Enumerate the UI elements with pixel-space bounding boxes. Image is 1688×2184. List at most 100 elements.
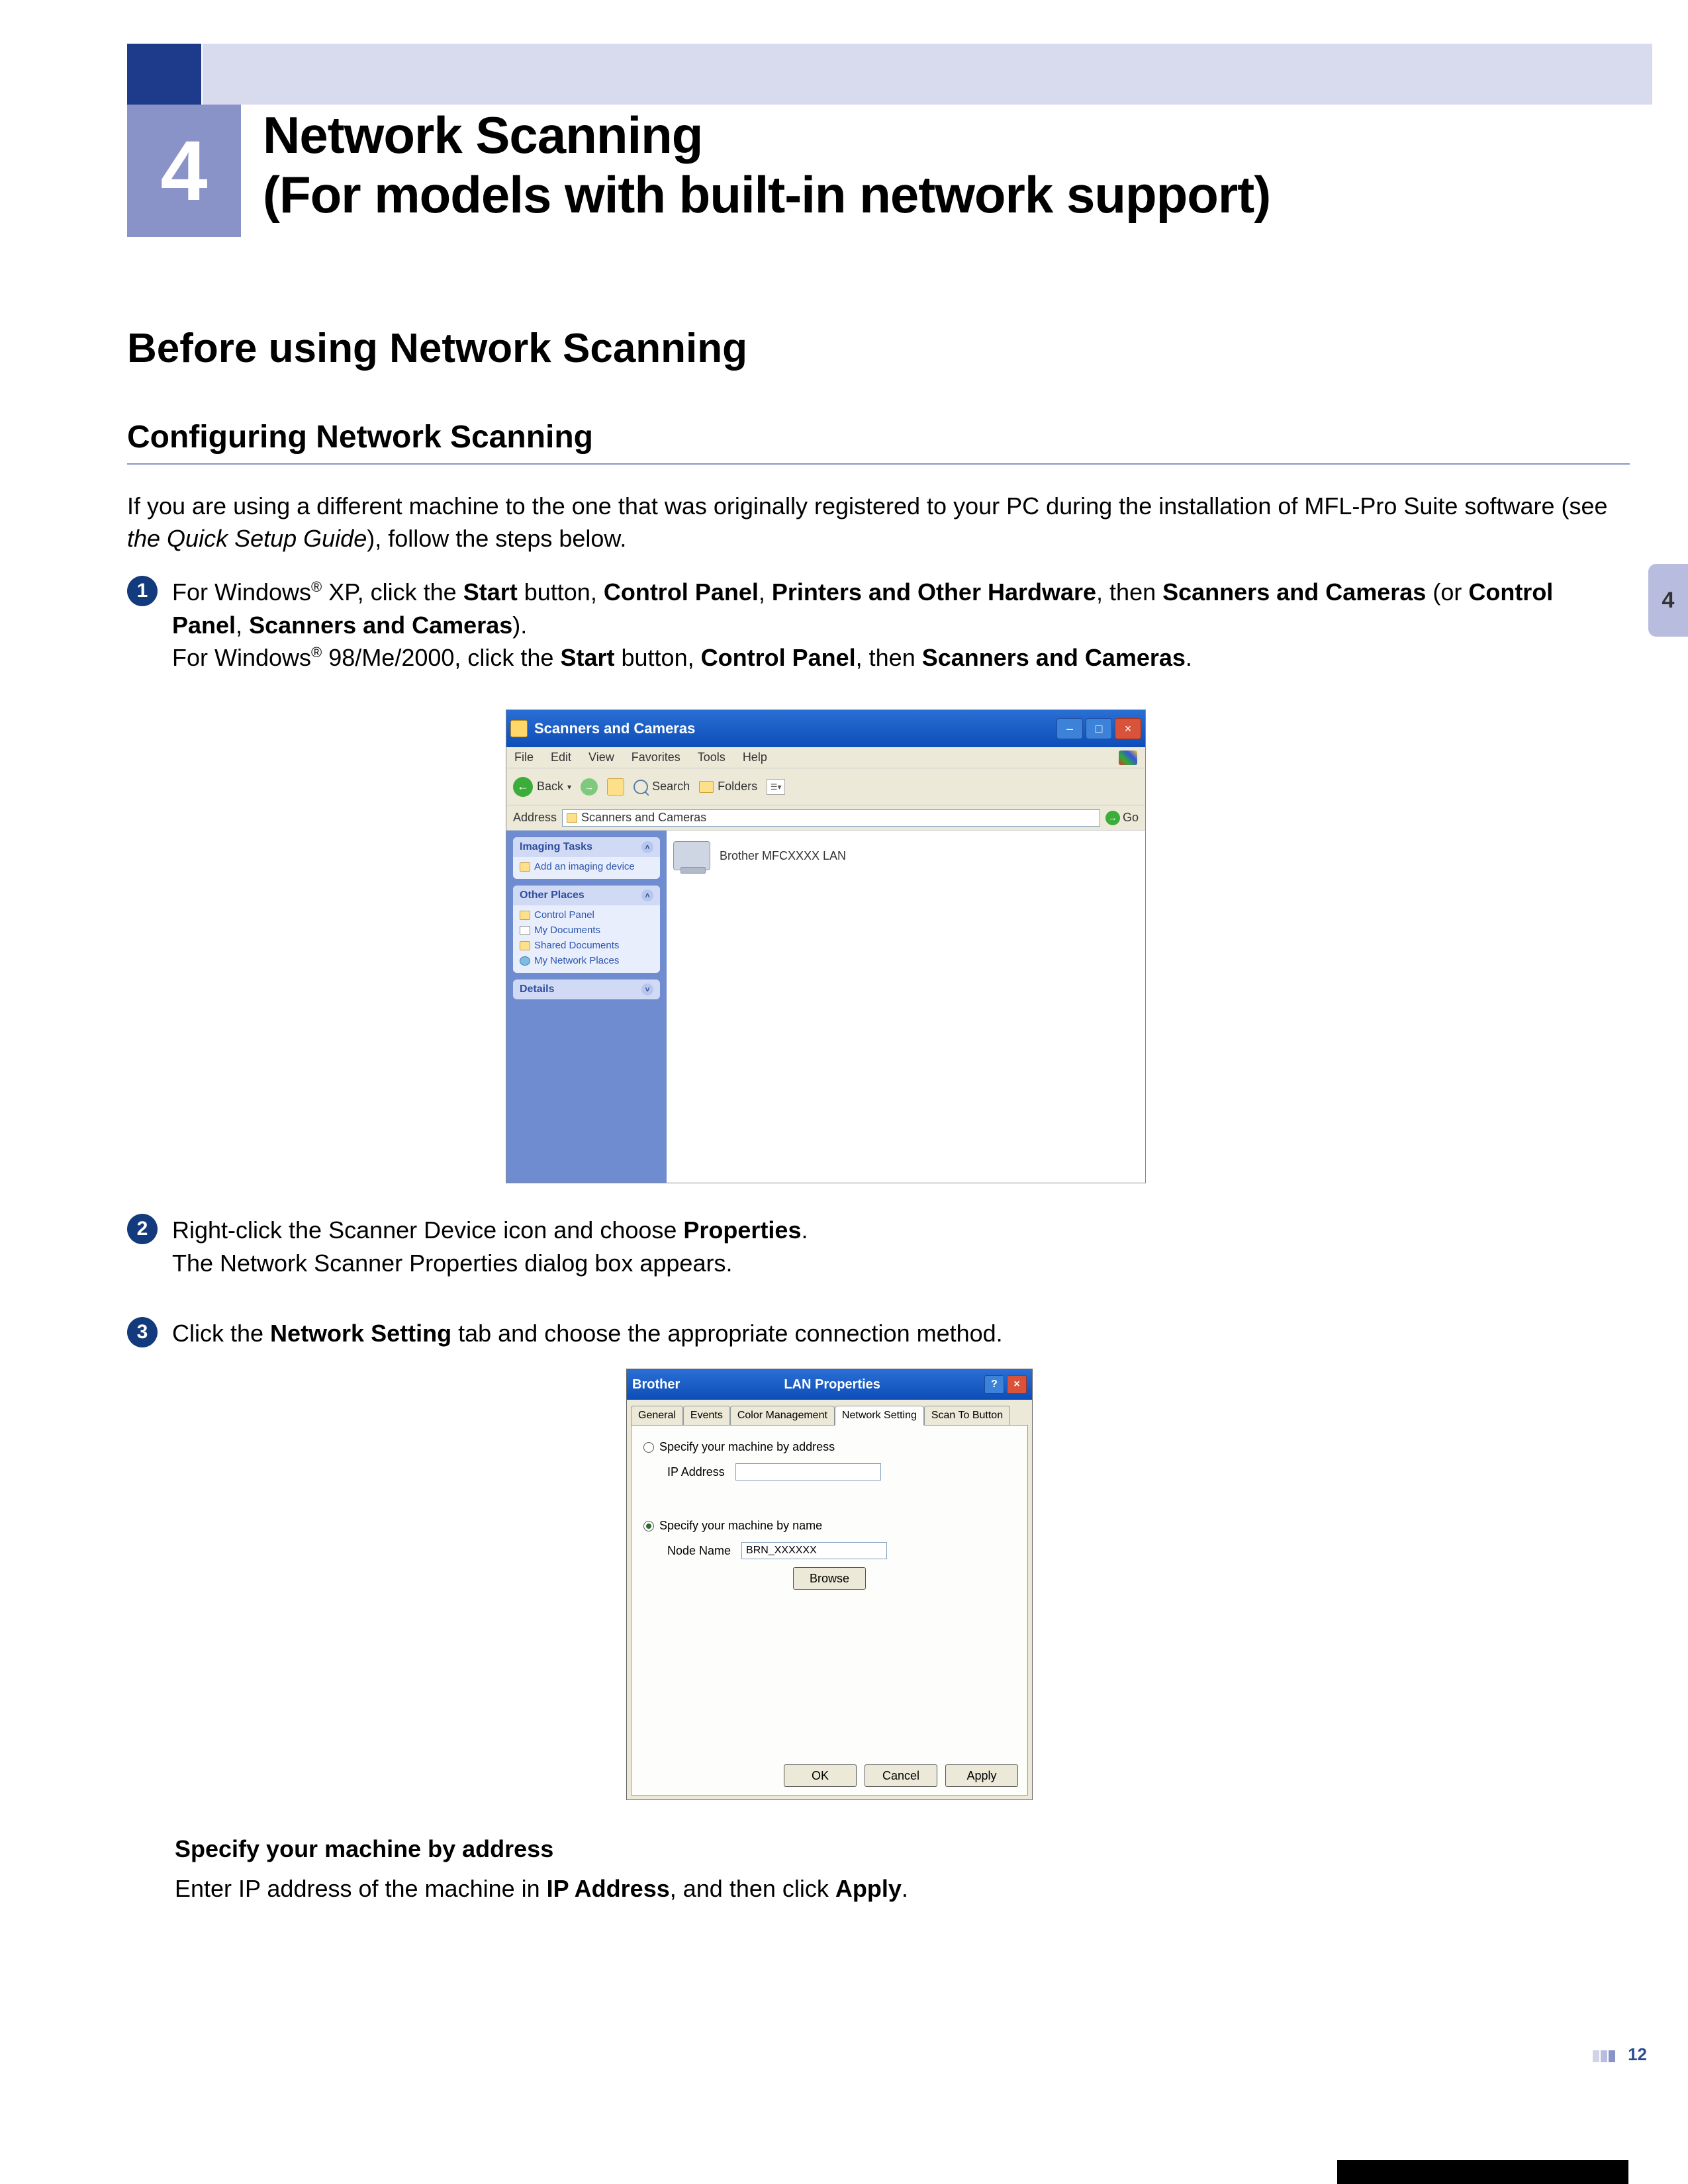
page-decoration bbox=[1593, 2050, 1615, 2062]
addressbar: Address Scanners and Cameras →Go bbox=[506, 805, 1145, 831]
chapter-side-tab: 4 bbox=[1648, 564, 1688, 637]
address-icon bbox=[567, 813, 577, 823]
camera-icon bbox=[520, 862, 530, 872]
node-name-field[interactable]: BRN_XXXXXX bbox=[741, 1542, 887, 1559]
menu-help[interactable]: Help bbox=[743, 751, 767, 764]
close-button[interactable]: × bbox=[1007, 1375, 1027, 1394]
tab-events[interactable]: Events bbox=[683, 1406, 730, 1425]
step-number-1: 1 bbox=[127, 576, 158, 606]
forward-button[interactable]: → bbox=[581, 778, 598, 796]
dialog-title-left: Brother bbox=[632, 1377, 680, 1392]
footer-black-tab bbox=[1337, 2160, 1628, 2184]
chapter-accent-stripe bbox=[127, 44, 201, 105]
browse-button[interactable]: Browse bbox=[793, 1567, 866, 1590]
dialog-title: LAN Properties bbox=[685, 1377, 979, 1392]
subsection-heading: Configuring Network Scanning bbox=[127, 419, 593, 455]
radio-by-address[interactable]: Specify your machine by address bbox=[643, 1440, 1015, 1454]
page-number: 12 bbox=[1628, 2044, 1647, 2065]
my-documents-link[interactable]: My Documents bbox=[520, 925, 653, 936]
step-3-text: Click the Network Setting tab and choose… bbox=[172, 1317, 1630, 1350]
views-button[interactable]: ☰▾ bbox=[767, 779, 785, 795]
step-2: 2 Right-click the Scanner Device icon an… bbox=[127, 1214, 1630, 1279]
specify-by-address-text: Enter IP address of the machine in IP Ad… bbox=[175, 1873, 1624, 1905]
cancel-button[interactable]: Cancel bbox=[865, 1764, 937, 1787]
up-button[interactable] bbox=[607, 778, 624, 796]
minimize-button[interactable]: – bbox=[1056, 718, 1083, 739]
node-name-label: Node Name bbox=[667, 1544, 731, 1558]
step-1: 1 For Windows® XP, click the Start butto… bbox=[127, 576, 1630, 674]
subsection-rule bbox=[127, 463, 1630, 465]
lan-properties-dialog: Brother LAN Properties ? × General Event… bbox=[626, 1369, 1033, 1800]
scanner-device-item[interactable]: Brother MFCXXXX LAN bbox=[673, 841, 1139, 870]
step-3: 3 Click the Network Setting tab and choo… bbox=[127, 1317, 1630, 1350]
folders-button[interactable]: Folders bbox=[699, 780, 757, 794]
step-number-2: 2 bbox=[127, 1214, 158, 1244]
folder-icon bbox=[520, 911, 530, 920]
dialog-tabs: General Events Color Management Network … bbox=[627, 1400, 1032, 1425]
xp-titlebar: Scanners and Cameras – □ × bbox=[506, 710, 1145, 747]
address-label: Address bbox=[513, 811, 557, 825]
window-icon bbox=[510, 720, 528, 737]
tab-general[interactable]: General bbox=[631, 1406, 683, 1425]
other-places-panel: Other Places ˄ Control Panel My Documents… bbox=[513, 886, 660, 973]
ip-address-field[interactable] bbox=[735, 1463, 881, 1480]
details-panel: Details˅ bbox=[513, 979, 660, 999]
folder-contents: Brother MFCXXXX LAN bbox=[667, 831, 1145, 1183]
menu-view[interactable]: View bbox=[588, 751, 614, 764]
control-panel-link[interactable]: Control Panel bbox=[520, 909, 653, 921]
imaging-tasks-heading: Imaging Tasks bbox=[520, 841, 592, 853]
add-imaging-device-link[interactable]: Add an imaging device bbox=[520, 861, 653, 872]
window-title: Scanners and Cameras bbox=[534, 720, 1050, 737]
chapter-number: 4 bbox=[160, 122, 207, 220]
folder-icon bbox=[520, 941, 530, 950]
dialog-titlebar: Brother LAN Properties ? × bbox=[627, 1369, 1032, 1400]
toolbar: ←Back▾ → Search Folders ☰▾ bbox=[506, 768, 1145, 805]
windows-logo-icon bbox=[1119, 751, 1137, 765]
imaging-tasks-panel: Imaging Tasks ˄ Add an imaging device bbox=[513, 837, 660, 879]
tab-network-setting[interactable]: Network Setting bbox=[835, 1406, 924, 1426]
expand-icon[interactable]: ˅ bbox=[641, 983, 653, 995]
scanners-and-cameras-window: Scanners and Cameras – □ × File Edit Vie… bbox=[506, 709, 1146, 1183]
intro-paragraph: If you are using a different machine to … bbox=[127, 490, 1630, 555]
ip-address-label: IP Address bbox=[667, 1465, 725, 1479]
specify-by-address-heading: Specify your machine by address bbox=[175, 1835, 553, 1863]
tasks-sidebar: Imaging Tasks ˄ Add an imaging device Oth… bbox=[506, 831, 667, 1183]
folder-icon bbox=[699, 781, 714, 793]
shared-documents-link[interactable]: Shared Documents bbox=[520, 940, 653, 951]
top-ribbon bbox=[203, 44, 1652, 105]
chapter-title-line1: Network Scanning bbox=[263, 106, 702, 164]
ok-button[interactable]: OK bbox=[784, 1764, 857, 1787]
close-button[interactable]: × bbox=[1115, 718, 1141, 739]
help-button[interactable]: ? bbox=[984, 1375, 1004, 1394]
documents-icon bbox=[520, 926, 530, 935]
menu-tools[interactable]: Tools bbox=[698, 751, 726, 764]
chapter-title-line2: (For models with built-in network suppor… bbox=[263, 165, 1270, 224]
step-number-3: 3 bbox=[127, 1317, 158, 1347]
section-heading: Before using Network Scanning bbox=[127, 325, 747, 372]
radio-by-name[interactable]: Specify your machine by name bbox=[643, 1519, 1015, 1533]
menu-edit[interactable]: Edit bbox=[551, 751, 571, 764]
menu-file[interactable]: File bbox=[514, 751, 534, 764]
address-field[interactable]: Scanners and Cameras bbox=[562, 809, 1100, 827]
menubar: File Edit View Favorites Tools Help bbox=[506, 747, 1145, 768]
other-places-heading: Other Places bbox=[520, 889, 585, 901]
radio-icon bbox=[643, 1442, 654, 1453]
dialog-content: Specify your machine by address IP Addre… bbox=[631, 1425, 1028, 1796]
tab-scan-to-button[interactable]: Scan To Button bbox=[924, 1406, 1010, 1425]
my-network-places-link[interactable]: My Network Places bbox=[520, 955, 653, 966]
step-2-text: Right-click the Scanner Device icon and … bbox=[172, 1214, 1630, 1279]
tab-color-management[interactable]: Color Management bbox=[730, 1406, 835, 1425]
go-button[interactable]: →Go bbox=[1105, 811, 1139, 825]
back-button[interactable]: ←Back▾ bbox=[513, 777, 571, 797]
apply-button[interactable]: Apply bbox=[945, 1764, 1018, 1787]
network-icon bbox=[520, 956, 530, 966]
search-button[interactable]: Search bbox=[633, 780, 690, 794]
step-1-text: For Windows® XP, click the Start button,… bbox=[172, 576, 1630, 674]
collapse-icon[interactable]: ˄ bbox=[641, 841, 653, 853]
menu-favorites[interactable]: Favorites bbox=[632, 751, 680, 764]
maximize-button[interactable]: □ bbox=[1086, 718, 1112, 739]
radio-icon bbox=[643, 1521, 654, 1531]
chapter-title: Network Scanning (For models with built-… bbox=[263, 106, 1270, 224]
collapse-icon[interactable]: ˄ bbox=[641, 889, 653, 901]
scanner-icon bbox=[673, 841, 710, 870]
